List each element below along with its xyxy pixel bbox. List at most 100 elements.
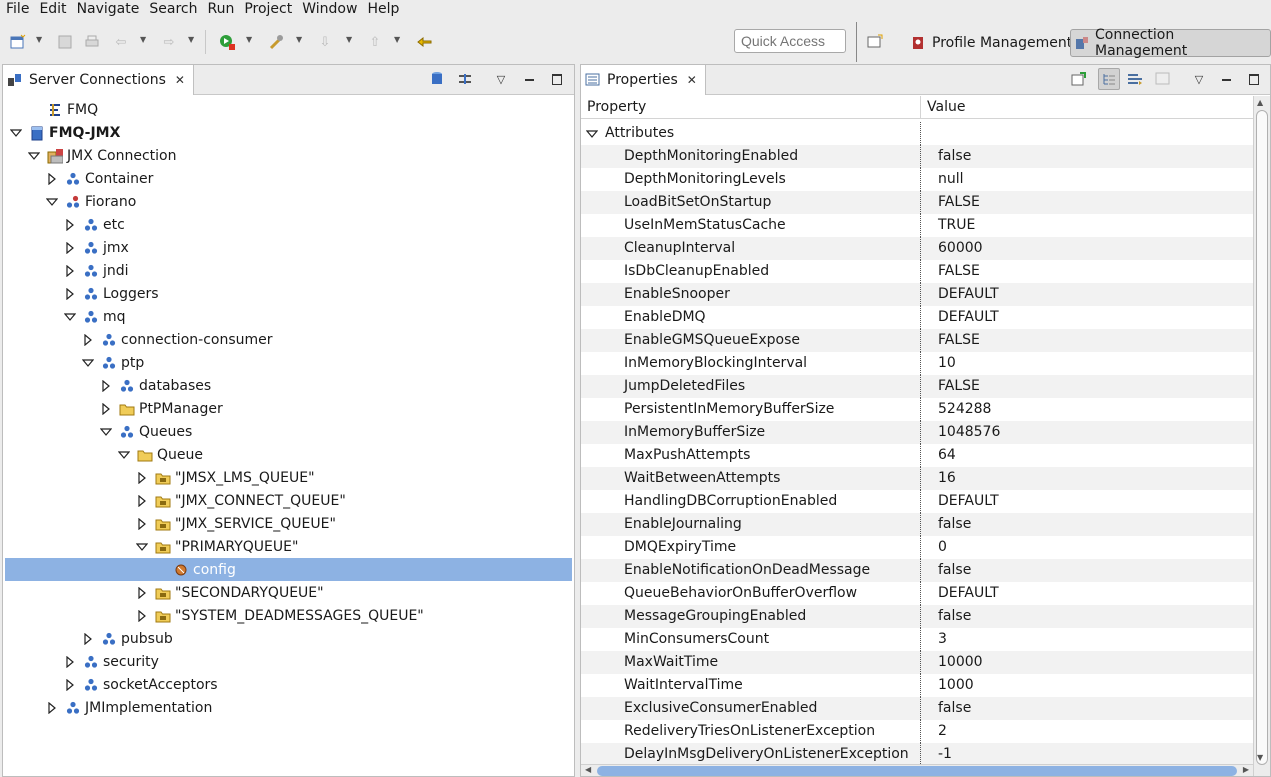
- collapse-arrow-icon[interactable]: [63, 310, 77, 324]
- property-row[interactable]: EnableJournaling false: [581, 513, 1253, 536]
- tree-item[interactable]: socketAcceptors: [5, 673, 572, 696]
- tree-item[interactable]: PtPManager: [5, 397, 572, 420]
- tree-item[interactable]: Loggers: [5, 282, 572, 305]
- expand-arrow-icon[interactable]: [63, 655, 77, 669]
- tools-icon[interactable]: [268, 33, 286, 51]
- expand-arrow-icon[interactable]: [63, 678, 77, 692]
- property-row[interactable]: DMQExpiryTime 0: [581, 536, 1253, 559]
- collapse-arrow-icon[interactable]: [27, 149, 41, 163]
- property-value[interactable]: 3: [921, 628, 947, 651]
- property-row[interactable]: EnableDMQ DEFAULT: [581, 306, 1253, 329]
- tree-item[interactable]: "PRIMARYQUEUE": [5, 535, 572, 558]
- property-value[interactable]: -1: [921, 743, 952, 766]
- property-row[interactable]: PersistentInMemoryBufferSize 524288: [581, 398, 1253, 421]
- run-icon[interactable]: [218, 33, 236, 51]
- property-row[interactable]: MessageGroupingEnabled false: [581, 605, 1253, 628]
- property-value[interactable]: 1000: [921, 674, 974, 697]
- tree-item[interactable]: "SECONDARYQUEUE": [5, 581, 572, 604]
- add-server-icon[interactable]: [429, 71, 445, 87]
- property-value[interactable]: 10: [921, 352, 956, 375]
- close-icon[interactable]: ✕: [175, 73, 185, 87]
- horizontal-scrollbar[interactable]: ◀ ▶: [581, 764, 1253, 776]
- prev-annotation-icon[interactable]: ⇧: [366, 33, 384, 51]
- scroll-down-icon[interactable]: ▼: [1257, 753, 1263, 762]
- expand-arrow-icon[interactable]: [135, 609, 149, 623]
- view-menu-icon[interactable]: ▽: [493, 71, 509, 87]
- property-row[interactable]: InMemoryBlockingInterval 10: [581, 352, 1253, 375]
- expand-arrow-icon[interactable]: [63, 218, 77, 232]
- expand-arrow-icon[interactable]: [135, 494, 149, 508]
- property-row[interactable]: WaitIntervalTime 1000: [581, 674, 1253, 697]
- collapse-arrow-icon[interactable]: [117, 448, 131, 462]
- property-value[interactable]: 2: [921, 720, 947, 743]
- collapse-arrow-icon[interactable]: [45, 195, 59, 209]
- tree-item[interactable]: ptp: [5, 351, 572, 374]
- property-value[interactable]: FALSE: [921, 260, 980, 283]
- back-icon[interactable]: ⇦: [112, 33, 130, 51]
- next-annotation-icon[interactable]: ⇩: [316, 33, 334, 51]
- property-row[interactable]: EnableNotificationOnDeadMessage false: [581, 559, 1253, 582]
- collapse-arrow-icon[interactable]: [135, 540, 149, 554]
- expand-arrow-icon[interactable]: [63, 241, 77, 255]
- tab-server-connections[interactable]: Server Connections ✕: [3, 65, 194, 95]
- menu-file[interactable]: File: [0, 0, 34, 20]
- tree-item[interactable]: Fiorano: [5, 190, 572, 213]
- menu-search[interactable]: Search: [144, 0, 202, 20]
- new-dropdown-icon[interactable]: ▼: [36, 35, 42, 44]
- column-header-property[interactable]: Property: [581, 96, 921, 118]
- tree-item[interactable]: jndi: [5, 259, 572, 282]
- expand-arrow-icon[interactable]: [63, 264, 77, 278]
- menu-project[interactable]: Project: [239, 0, 297, 20]
- print-icon[interactable]: [83, 33, 101, 51]
- category-row[interactable]: Attributes: [581, 122, 1253, 145]
- vertical-scrollbar[interactable]: ▲ ▼: [1253, 96, 1270, 776]
- property-value[interactable]: 1048576: [921, 421, 1000, 444]
- show-advanced-icon[interactable]: [1127, 71, 1143, 87]
- menu-navigate[interactable]: Navigate: [72, 0, 145, 20]
- menu-edit[interactable]: Edit: [34, 0, 71, 20]
- property-value[interactable]: 16: [921, 467, 956, 490]
- property-row[interactable]: UseInMemStatusCache TRUE: [581, 214, 1253, 237]
- tree-item[interactable]: FMQ-JMX: [5, 121, 572, 144]
- forward-icon[interactable]: ⇨: [160, 33, 178, 51]
- property-value[interactable]: false: [921, 559, 971, 582]
- forward-dropdown-icon[interactable]: ▼: [188, 35, 194, 44]
- tree-item[interactable]: pubsub: [5, 627, 572, 650]
- new-icon[interactable]: [9, 33, 27, 51]
- expand-arrow-icon[interactable]: [45, 701, 59, 715]
- property-value[interactable]: 64: [921, 444, 956, 467]
- vertical-scroll-thumb[interactable]: [1256, 110, 1268, 765]
- property-value[interactable]: FALSE: [921, 191, 980, 214]
- expand-arrow-icon[interactable]: [135, 517, 149, 531]
- scroll-up-icon[interactable]: ▲: [1257, 98, 1263, 107]
- property-value[interactable]: DEFAULT: [921, 306, 999, 329]
- tree-item[interactable]: "JMX_CONNECT_QUEUE": [5, 489, 572, 512]
- expand-arrow-icon[interactable]: [81, 333, 95, 347]
- quick-access-input[interactable]: [734, 29, 846, 53]
- property-value[interactable]: false: [921, 697, 971, 720]
- tree-item[interactable]: "JMX_SERVICE_QUEUE": [5, 512, 572, 535]
- property-row[interactable]: RedeliveryTriesOnListenerException 2: [581, 720, 1253, 743]
- property-value[interactable]: 10000: [921, 651, 983, 674]
- property-value[interactable]: null: [921, 168, 964, 191]
- collapse-arrow-icon[interactable]: [585, 127, 599, 141]
- minimize-icon[interactable]: [521, 71, 537, 87]
- save-icon[interactable]: [56, 33, 74, 51]
- tree-item[interactable]: mq: [5, 305, 572, 328]
- property-row[interactable]: WaitBetweenAttempts 16: [581, 467, 1253, 490]
- property-value[interactable]: 524288: [921, 398, 991, 421]
- next-annotation-dropdown-icon[interactable]: ▼: [346, 35, 352, 44]
- property-row[interactable]: ExclusiveConsumerEnabled false: [581, 697, 1253, 720]
- prev-annotation-dropdown-icon[interactable]: ▼: [394, 35, 400, 44]
- property-value[interactable]: FALSE: [921, 375, 980, 398]
- tree-item[interactable]: Queues: [5, 420, 572, 443]
- view-menu-icon[interactable]: ▽: [1191, 71, 1207, 87]
- connection-management-button[interactable]: Connection Management: [1070, 27, 1271, 59]
- property-row[interactable]: DelayInMsgDeliveryOnListenerException -1: [581, 743, 1253, 766]
- property-value[interactable]: DEFAULT: [921, 283, 999, 306]
- property-row[interactable]: InMemoryBufferSize 1048576: [581, 421, 1253, 444]
- property-row[interactable]: DepthMonitoringEnabled false: [581, 145, 1253, 168]
- minimize-icon[interactable]: [1218, 71, 1234, 87]
- tree-item[interactable]: jmx: [5, 236, 572, 259]
- expand-arrow-icon[interactable]: [81, 632, 95, 646]
